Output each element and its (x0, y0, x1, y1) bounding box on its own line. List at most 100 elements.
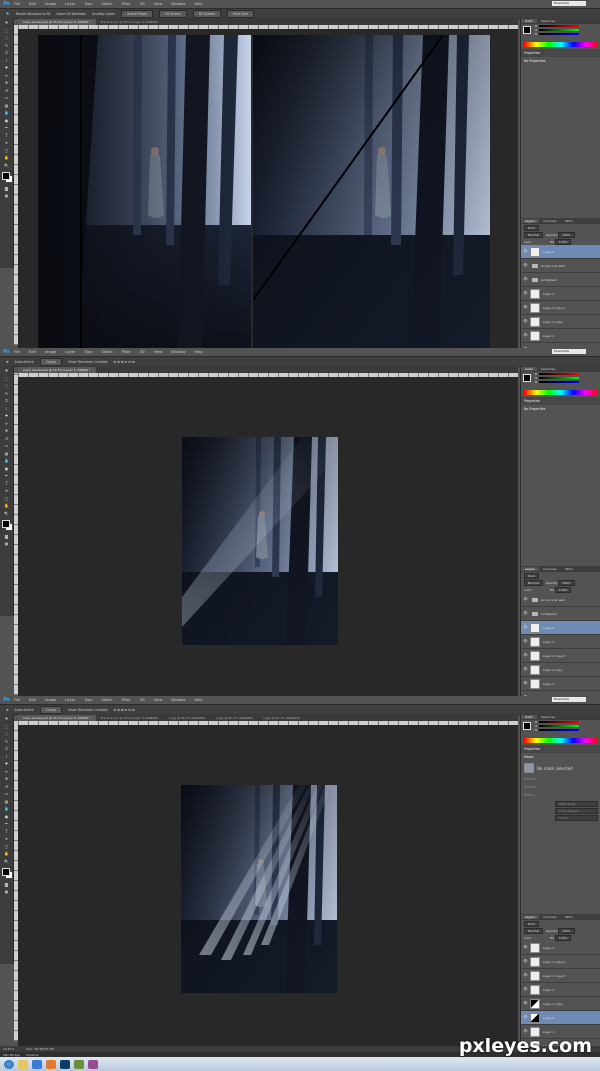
blend-mode-select[interactable]: Normal (524, 579, 543, 586)
visibility-eye-icon[interactable]: 👁 (523, 319, 528, 324)
menu-image[interactable]: Image (45, 350, 56, 354)
menu-view[interactable]: View (154, 698, 163, 702)
menu-select[interactable]: Select (102, 698, 113, 702)
menu-file[interactable]: File (14, 350, 20, 354)
shape-tool-icon[interactable]: ▢ (3, 495, 10, 501)
resize-windows-checkbox[interactable]: Resize Windows to Fit (16, 12, 50, 16)
visibility-eye-icon[interactable]: 👁 (523, 333, 528, 338)
document-canvas[interactable] (18, 725, 518, 1046)
hand-tool-icon[interactable]: ✋ (3, 503, 10, 509)
menu-edit[interactable]: Edit (29, 2, 36, 6)
visibility-eye-icon[interactable]: 👁 (523, 1001, 528, 1006)
tab-mini-bridge[interactable]: Mini Bridge (3, 1053, 20, 1057)
gradient-tool-icon[interactable]: ▦ (3, 798, 10, 804)
layer-row[interactable]: 👁 Layer 2 (521, 1011, 600, 1025)
color-swatches[interactable] (0, 866, 13, 880)
tab-swatches[interactable]: Swatches (537, 715, 559, 719)
tab-color[interactable]: Color (521, 19, 537, 23)
move-tool-icon[interactable]: ✥ (3, 716, 10, 722)
media-player-icon[interactable] (32, 1059, 42, 1069)
eraser-tool-icon[interactable]: ▭ (3, 95, 10, 101)
workspace-select[interactable]: Essentials (552, 697, 586, 702)
menu-help[interactable]: Help (194, 350, 202, 354)
layer-row[interactable]: 👁 Layer 4 copy 2 (521, 649, 600, 663)
shape-tool-icon[interactable]: ▢ (3, 843, 10, 849)
menu-filter[interactable]: Filter (122, 698, 131, 702)
actual-pixels-button[interactable]: Actual Pixels (121, 9, 154, 18)
zoom-level[interactable]: 16.67% (3, 1047, 14, 1051)
align-icons[interactable]: ⊟ ⊞ ⊠ ⊡ ⊟ ⊞ (114, 708, 135, 712)
layer-row[interactable]: 👁 Layer 1 (521, 983, 600, 997)
app-icon[interactable] (74, 1059, 84, 1069)
layer-row[interactable]: 👁 Layer 3 (521, 287, 600, 301)
zoom-tool-icon[interactable]: 🔍 (3, 162, 10, 168)
visibility-eye-icon[interactable]: 👁 (523, 597, 528, 602)
tab-paths[interactable]: Paths (561, 219, 577, 223)
visibility-eye-icon[interactable]: 👁 (523, 681, 528, 686)
path-select-icon[interactable]: ➤ (3, 140, 10, 146)
menu-layer[interactable]: Layer (65, 698, 75, 702)
pen-tool-icon[interactable]: ✒ (3, 821, 10, 827)
scrubby-zoom-checkbox[interactable]: Scrubby Zoom (92, 12, 115, 16)
align-icons[interactable]: ⊟ ⊞ ⊠ ⊡ ⊟ ⊞ (114, 360, 135, 364)
foreground-color-swatch[interactable] (523, 26, 531, 34)
layer-row[interactable]: 👁 Lichtgloed (521, 607, 600, 621)
tab-swatches[interactable]: Swatches (537, 19, 559, 23)
document-canvas[interactable] (18, 29, 518, 348)
print-size-button[interactable]: Print Size (227, 9, 254, 18)
color-range-button[interactable]: Color Range... (555, 808, 598, 814)
visibility-eye-icon[interactable]: 👁 (523, 959, 528, 964)
healing-tool-icon[interactable]: ✚ (3, 65, 10, 71)
layer-row[interactable]: 👁 Layer 4 (521, 677, 600, 691)
layer-row[interactable]: 👁 Lichtgloed (521, 273, 600, 287)
app-icon[interactable] (88, 1059, 98, 1069)
move-tool-icon[interactable]: ✥ (6, 708, 9, 712)
visibility-eye-icon[interactable]: 👁 (523, 667, 528, 672)
blue-slider[interactable]: B (535, 380, 600, 384)
auto-select-checkbox[interactable]: Auto-Select: (15, 708, 35, 712)
visibility-eye-icon[interactable]: 👁 (523, 1029, 528, 1034)
layer-row[interactable]: 👁 Layer 4 copy (521, 663, 600, 677)
filter-kind-select[interactable]: Kind (524, 572, 539, 579)
zoom-tool-icon[interactable]: 🔍 (3, 510, 10, 516)
tab-color[interactable]: Color (521, 715, 537, 719)
tab-color[interactable]: Color (521, 367, 537, 371)
filter-kind-select[interactable]: Kind (524, 920, 539, 927)
path-select-icon[interactable]: ➤ (3, 836, 10, 842)
layer-row[interactable]: 👁 Group over wed (521, 259, 600, 273)
menu-window[interactable]: Window (171, 350, 185, 354)
fit-screen-button[interactable]: Fit Screen (159, 9, 187, 18)
layer-row[interactable]: 👁 Layer 1 copy (521, 997, 600, 1011)
explorer-icon[interactable] (18, 1059, 28, 1069)
crop-tool-icon[interactable]: ⌗ (3, 746, 10, 752)
opacity-field[interactable]: 100% (558, 927, 575, 934)
visibility-eye-icon[interactable]: 👁 (523, 639, 528, 644)
marquee-tool-icon[interactable]: ⬚ (3, 375, 10, 381)
lasso-tool-icon[interactable]: ◌ (3, 383, 10, 389)
visibility-eye-icon[interactable]: 👁 (523, 987, 528, 992)
brush-tool-icon[interactable]: ✏ (3, 420, 10, 426)
move-tool-icon[interactable]: ✥ (3, 368, 10, 374)
zoom-all-windows-checkbox[interactable]: Zoom All Windows (56, 12, 85, 16)
menu-view[interactable]: View (154, 2, 163, 6)
quick-select-tool-icon[interactable]: ✎ (3, 738, 10, 744)
photoshop-taskbar-icon[interactable] (60, 1059, 70, 1069)
tab-channels[interactable]: Channels (539, 219, 561, 223)
layer-row[interactable]: 👁 Layer 3 (521, 635, 600, 649)
quick-select-tool-icon[interactable]: ✎ (3, 42, 10, 48)
healing-tool-icon[interactable]: ✚ (3, 761, 10, 767)
fill-screen-button[interactable]: Fill Screen (192, 9, 222, 18)
menu-edit[interactable]: Edit (29, 350, 36, 354)
menu-window[interactable]: Window (171, 2, 185, 6)
screen-mode-icon[interactable]: ▣ (3, 541, 10, 547)
pen-tool-icon[interactable]: ✒ (3, 473, 10, 479)
foreground-color-swatch[interactable] (2, 171, 10, 180)
foreground-color-swatch[interactable] (523, 722, 531, 730)
opacity-field[interactable]: 100% (558, 579, 575, 586)
mask-thumbnail[interactable] (524, 763, 534, 773)
workspace-select[interactable]: Essentials (552, 1, 586, 6)
workspace-select[interactable]: Essentials (552, 349, 586, 354)
marquee-tool-icon[interactable]: ⬚ (3, 723, 10, 729)
opacity-field[interactable]: 100% (558, 231, 575, 238)
tab-layers[interactable]: Layers (521, 915, 539, 919)
